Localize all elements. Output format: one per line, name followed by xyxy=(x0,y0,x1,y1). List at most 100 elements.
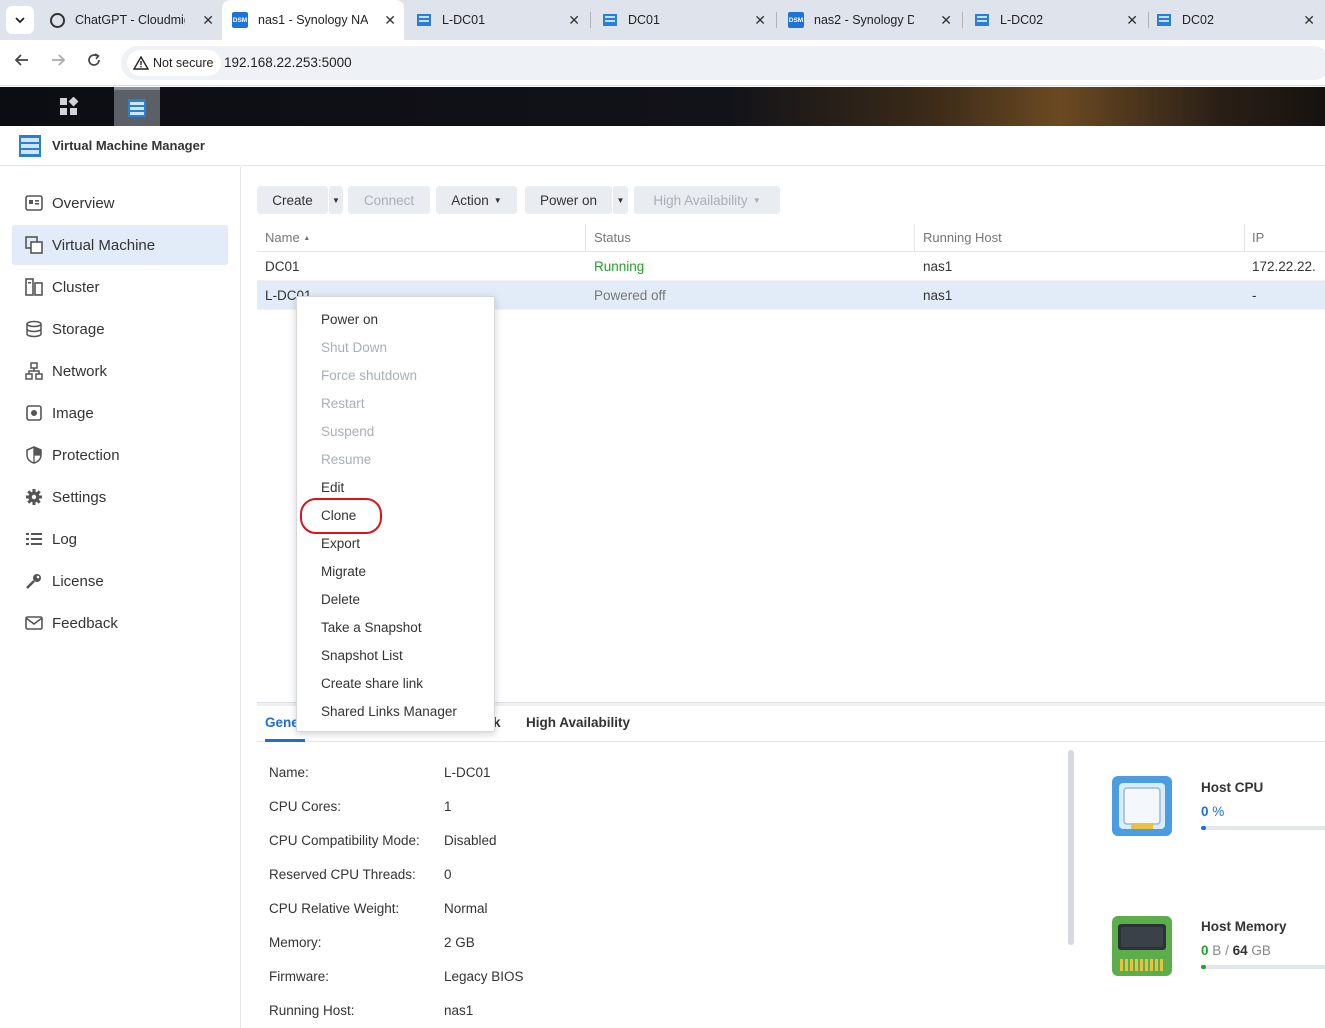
close-icon[interactable]: ✕ xyxy=(940,12,952,29)
sidebar-item-label: License xyxy=(52,572,104,590)
details-scrollbar[interactable] xyxy=(1068,750,1074,945)
power-on-dropdown-button[interactable]: ▼ xyxy=(612,186,628,214)
caret-down-icon: ▼ xyxy=(493,195,502,205)
tab-search-button[interactable] xyxy=(6,6,34,34)
menu-item-shut-down[interactable]: Shut Down xyxy=(321,340,387,355)
address-bar[interactable]: Not secure 192.168.22.253:5000 xyxy=(121,46,1325,80)
close-icon[interactable]: ✕ xyxy=(568,12,580,29)
sidebar-item-overview[interactable]: Overview xyxy=(12,183,228,223)
field-value: Disabled xyxy=(444,833,497,848)
sidebar-item-label: Network xyxy=(52,362,108,380)
browser-tab-nas2[interactable]: DSM nas2 - Synology Disk ✕ xyxy=(780,0,960,40)
sidebar-item-network[interactable]: Network xyxy=(12,351,228,391)
browser-tab-l-dc01[interactable]: L-DC01 ✕ xyxy=(408,0,588,40)
column-divider[interactable] xyxy=(1244,224,1245,252)
column-header-ip[interactable]: IP xyxy=(1252,230,1264,245)
close-icon[interactable]: ✕ xyxy=(1303,12,1315,29)
sidebar-item-label: Storage xyxy=(52,320,105,338)
forward-button[interactable] xyxy=(50,52,66,73)
sidebar-item-settings[interactable]: Settings xyxy=(12,477,228,517)
close-icon[interactable]: ✕ xyxy=(202,12,214,29)
column-header-running-host[interactable]: Running Host xyxy=(923,230,1002,245)
log-icon xyxy=(24,529,44,549)
vm-grid-header: Name ▲ Status Running Host IP xyxy=(257,224,1325,252)
sidebar-item-feedback[interactable]: Feedback xyxy=(12,603,228,643)
browser-tab-dc01[interactable]: DC01 ✕ xyxy=(594,0,774,40)
column-header-status[interactable]: Status xyxy=(594,230,631,245)
menu-item-resume[interactable]: Resume xyxy=(321,452,371,467)
menu-item-restart[interactable]: Restart xyxy=(321,396,365,411)
vmm-icon xyxy=(602,12,618,28)
create-dropdown-button[interactable]: ▼ xyxy=(328,186,343,214)
sidebar-item-image[interactable]: Image xyxy=(12,393,228,433)
browser-tab-chatgpt[interactable]: ChatGPT - Cloudmigr ✕ xyxy=(42,0,222,40)
virtual-machine-icon xyxy=(24,235,44,255)
tab-title: ChatGPT - Cloudmigr xyxy=(75,13,185,27)
tab-high-availability[interactable]: High Availability xyxy=(526,715,630,730)
create-button[interactable]: Create xyxy=(257,186,328,214)
menu-item-suspend[interactable]: Suspend xyxy=(321,424,374,439)
host-cpu-bar-fill xyxy=(1201,826,1206,830)
field-label: Running Host: xyxy=(269,1003,355,1018)
sidebar-item-label: Settings xyxy=(52,488,107,506)
sidebar-item-storage[interactable]: Storage xyxy=(12,309,228,349)
sidebar-item-label: Image xyxy=(52,404,94,422)
menu-item-force-shutdown[interactable]: Force shutdown xyxy=(321,368,417,383)
vm-name: DC01 xyxy=(265,259,300,274)
column-header-name[interactable]: Name ▲ xyxy=(265,230,310,245)
tab-title: L-DC02 xyxy=(1000,13,1044,27)
high-availability-button[interactable]: High Availability ▼ xyxy=(634,186,780,214)
security-chip[interactable]: Not secure xyxy=(127,50,222,76)
mail-icon xyxy=(24,613,44,633)
sidebar-item-virtual-machine[interactable]: Virtual Machine xyxy=(12,225,228,265)
menu-item-power-on[interactable]: Power on xyxy=(321,312,378,327)
reload-icon xyxy=(88,53,100,66)
menu-item-edit[interactable]: Edit xyxy=(321,480,344,495)
sidebar-item-cluster[interactable]: Cluster xyxy=(12,267,228,307)
menu-item-migrate[interactable]: Migrate xyxy=(321,564,366,579)
vm-ip: - xyxy=(1252,288,1257,303)
vmm-icon xyxy=(1156,12,1172,28)
menu-item-export[interactable]: Export xyxy=(321,536,360,551)
menu-item-snapshot-list[interactable]: Snapshot List xyxy=(321,648,403,663)
sort-asc-icon: ▲ xyxy=(303,235,311,242)
reload-button[interactable] xyxy=(86,52,102,73)
menu-item-shared-links-manager[interactable]: Shared Links Manager xyxy=(321,704,457,719)
close-icon[interactable]: ✕ xyxy=(754,12,766,29)
browser-tab-dc02[interactable]: DC02 ✕ xyxy=(1150,0,1325,40)
cpu-percent: 0 xyxy=(1201,804,1209,819)
sidebar: Overview Virtual Machine Cluster Storage… xyxy=(0,167,241,1028)
sidebar-item-log[interactable]: Log xyxy=(12,519,228,559)
field-value: 0 xyxy=(444,867,452,882)
menu-item-delete[interactable]: Delete xyxy=(321,592,360,607)
power-on-button[interactable]: Power on xyxy=(525,186,612,214)
column-divider[interactable] xyxy=(585,224,586,252)
taskbar-vmm-button[interactable] xyxy=(114,87,160,126)
close-icon[interactable]: ✕ xyxy=(384,12,396,29)
menu-item-create-share-link[interactable]: Create share link xyxy=(321,676,423,691)
url-text[interactable]: 192.168.22.253:5000 xyxy=(224,55,352,70)
sidebar-item-label: Overview xyxy=(52,194,115,212)
back-button[interactable] xyxy=(14,52,30,73)
menu-item-take-snapshot[interactable]: Take a Snapshot xyxy=(321,620,422,635)
annotation-circle xyxy=(300,498,382,534)
host-cpu-bar xyxy=(1201,826,1325,830)
field-value: Legacy BIOS xyxy=(444,969,524,984)
tab-general[interactable]: Gene xyxy=(265,715,299,730)
main-menu-button[interactable] xyxy=(46,87,92,126)
connect-button[interactable]: Connect xyxy=(348,186,430,214)
caret-down-icon: ▼ xyxy=(616,195,625,205)
close-icon[interactable]: ✕ xyxy=(1126,12,1138,29)
table-row[interactable]: DC01 Running nas1 172.22.22. xyxy=(257,252,1325,281)
memory-sep: / xyxy=(1225,943,1229,958)
key-icon xyxy=(24,571,44,591)
tab-title: L-DC01 xyxy=(442,13,486,27)
sidebar-item-license[interactable]: License xyxy=(12,561,228,601)
action-button[interactable]: Action ▼ xyxy=(436,186,517,214)
column-divider[interactable] xyxy=(914,224,915,252)
sidebar-item-label: Virtual Machine xyxy=(52,236,156,254)
sidebar-item-protection[interactable]: Protection xyxy=(12,435,228,475)
browser-tab-l-dc02[interactable]: L-DC02 ✕ xyxy=(966,0,1146,40)
browser-tab-nas1[interactable]: DSM nas1 - Synology NAS ✕ xyxy=(222,0,404,40)
memory-used: 0 xyxy=(1201,943,1209,958)
